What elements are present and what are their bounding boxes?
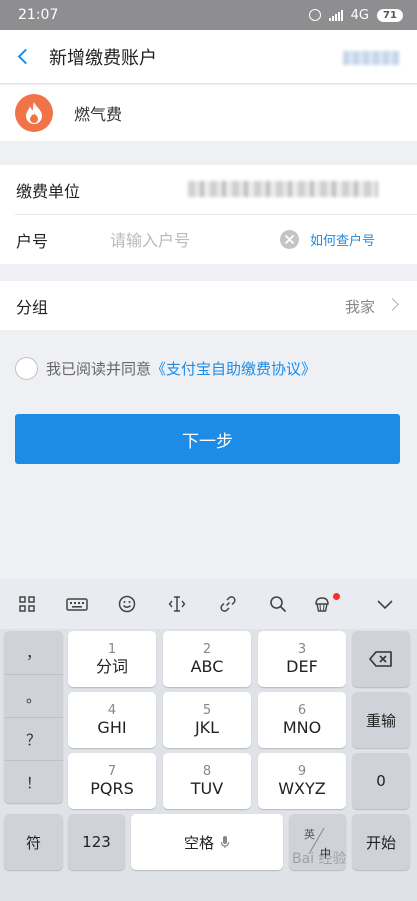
payment-type-row: 燃气费 [0,85,417,141]
keyboard-icon[interactable] [66,595,88,613]
agreement-text: 我已阅读并同意 [46,360,152,378]
key-number: 5 [202,702,212,718]
alarm-icon [308,9,321,21]
page-title: 新增缴费账户 [49,47,157,69]
watermark: Bai 经验 [292,851,347,867]
key-number: 8 [202,763,212,779]
key-letters: WXYZ [278,778,326,798]
cupcake-icon[interactable] [313,595,331,613]
numbers-label: 123 [82,833,111,851]
keyboard-toolbar [0,579,417,629]
key-7[interactable]: 7 PQRS [68,753,156,809]
lang-english-label: 英 [304,828,315,841]
chevron-left-icon[interactable] [17,48,34,65]
battery-icon: 71 [377,8,403,22]
agreement-checkbox[interactable] [15,357,38,380]
key-letters: TUV [190,778,224,798]
symbol-column: ， 。 ？ ！ [4,631,63,803]
key-letters: ABC [190,656,224,676]
key-number: 1 [107,641,117,657]
agreement-link[interactable]: 《支付宝自助缴费协议》 [151,358,316,379]
blurred-nav-text [343,51,399,65]
how-to-find-account-link[interactable]: 如何查户号 [310,230,375,249]
payment-type-label: 燃气费 [74,105,123,124]
key-letters: DEF [286,656,318,676]
account-number-input[interactable] [110,227,270,253]
emoji-icon[interactable] [118,595,136,613]
grid-icon[interactable] [18,595,36,613]
key-1[interactable]: 1 分词 [68,631,156,687]
blurred-unit-value [188,181,378,197]
key-number: 4 [107,702,117,718]
backspace-icon [369,651,392,667]
key-letters: PQRS [90,778,134,798]
status-time: 21:07 [18,7,59,23]
symbol-label: 符 [25,833,41,852]
microphone-icon [220,836,230,848]
space-key[interactable]: 空格 [131,814,283,870]
key-number: 3 [297,641,307,657]
symbol-key[interactable]: ！ [4,760,63,803]
reenter-label: 重输 [365,711,396,730]
nav-bar: 新增缴费账户 [0,30,417,84]
search-icon[interactable] [269,595,287,613]
key-letters: JKL [194,717,220,737]
group-row[interactable]: 分组 我家 [0,281,417,330]
chevron-right-icon [386,298,399,311]
link-icon[interactable] [219,595,237,613]
go-key[interactable]: 开始 [352,814,410,870]
symbol-key[interactable]: ？ [4,717,63,760]
clear-icon[interactable] [280,230,299,249]
symbol-key[interactable]: 。 [4,674,63,717]
key-0[interactable]: 0 [352,753,410,809]
reenter-key[interactable]: 重输 [352,692,410,748]
key-number: 9 [297,763,307,779]
key-letters: 分词 [95,656,128,676]
key-letters: GHI [97,717,127,737]
unit-label: 缴费单位 [16,181,81,201]
key-9[interactable]: 9 WXYZ [258,753,346,809]
keyboard: ， 。 ？ ！ 1 分词 2 ABC 3 DEF 4 GHI 5 JKL 6 M… [0,629,417,901]
symbol-key-fu[interactable]: 符 [4,814,63,870]
chevron-down-icon[interactable] [376,595,394,613]
key-number: 2 [202,641,212,657]
flame-icon [15,94,53,132]
network-type: 4G [350,7,369,23]
account-form: 缴费单位 户号 如何查户号 [0,165,417,264]
key-number: 7 [107,763,117,779]
numbers-key[interactable]: 123 [68,814,125,870]
key-5[interactable]: 5 JKL [163,692,251,748]
next-button[interactable]: 下一步 [15,414,400,464]
key-number: 6 [297,702,307,718]
key-4[interactable]: 4 GHI [68,692,156,748]
status-icons: 4G 71 [308,7,403,23]
notification-dot [333,593,340,600]
account-row: 户号 如何查户号 [0,215,417,264]
key-2[interactable]: 2 ABC [163,631,251,687]
agreement-row: 我已阅读并同意 《支付宝自助缴费协议》 [15,357,316,380]
account-label: 户号 [16,231,49,251]
signal-icon [328,9,343,21]
unit-row[interactable]: 缴费单位 [0,165,417,214]
group-label: 分组 [16,297,49,317]
cursor-icon[interactable] [168,595,186,613]
status-bar: 21:07 4G 71 [0,0,417,30]
key-8[interactable]: 8 TUV [163,753,251,809]
key-letters: MNO [282,717,322,737]
key-3[interactable]: 3 DEF [258,631,346,687]
zero-label: 0 [376,772,386,790]
group-value: 我家 [344,298,375,316]
symbol-key[interactable]: ， [4,631,63,674]
space-label: 空格 [183,833,214,852]
go-label: 开始 [365,833,396,852]
backspace-key[interactable] [352,631,410,687]
key-6[interactable]: 6 MNO [258,692,346,748]
